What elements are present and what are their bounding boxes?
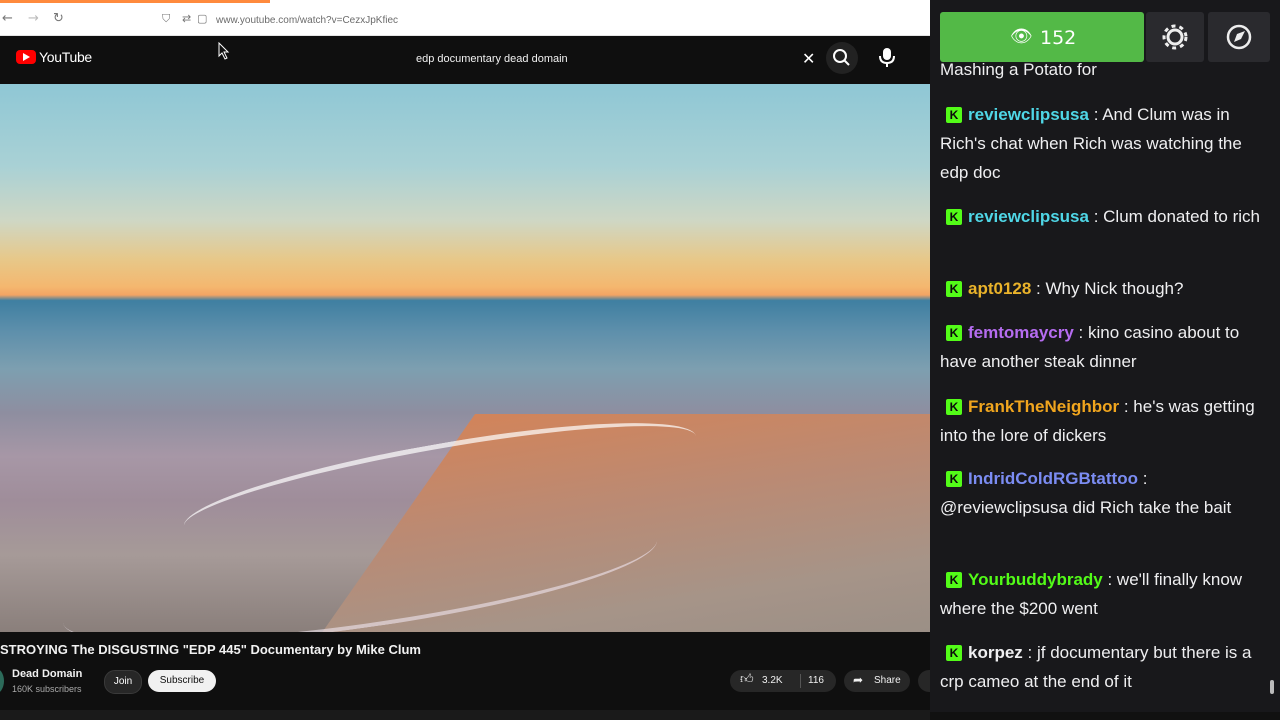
chat-scrollbar[interactable]	[1270, 680, 1274, 694]
chat-username[interactable]: reviewclipsusa	[968, 207, 1089, 226]
like-divider	[800, 674, 801, 688]
chat-message-text: Clum donated to rich	[1103, 207, 1261, 226]
more-actions-button[interactable]	[918, 670, 930, 692]
reader-view-icon[interactable]: ▢	[197, 12, 207, 25]
chat-message: Kfemtomaycry : kino casino about to have…	[940, 318, 1260, 376]
gear-icon	[1162, 24, 1188, 50]
chat-bottom-strip	[930, 712, 1280, 720]
chat-separator: :	[1073, 323, 1088, 342]
search-input[interactable]: edp documentary dead domain ✕	[404, 44, 824, 76]
chat-username[interactable]: femtomaycry	[968, 323, 1074, 342]
youtube-play-icon	[16, 50, 36, 64]
browser-toolbar: ← → ↻ ⛉ ⇄ ▢ www.youtube.com/watch?v=Cezx…	[0, 0, 930, 36]
chat-message: K IndridColdRGBtattoo : @reviewclipsusa d…	[940, 464, 1260, 522]
chat-username[interactable]: reviewclipsusa	[968, 105, 1089, 124]
chat-settings-button[interactable]	[1146, 12, 1204, 62]
kick-badge-icon: K	[946, 281, 962, 297]
like-dislike-group: 👍︎ 3.2K 116	[730, 670, 836, 692]
reload-icon[interactable]: ↻	[53, 12, 64, 26]
permissions-icon[interactable]: ⇄	[182, 12, 191, 25]
tab-loading-indicator	[0, 0, 270, 3]
mouse-cursor-icon	[218, 42, 230, 60]
chat-separator: :	[1102, 570, 1117, 589]
youtube-header: YouTube edp documentary dead domain ✕	[0, 36, 930, 84]
chat-popout-button[interactable]	[1208, 12, 1270, 62]
subscribe-button[interactable]: Subscribe	[148, 670, 216, 692]
subscriber-count: 160K subscribers	[12, 684, 82, 694]
chat-username[interactable]: IndridColdRGBtattoo	[968, 469, 1138, 488]
compass-icon	[1226, 24, 1252, 50]
search-icon	[833, 49, 850, 66]
share-arrow-icon: ➦	[853, 673, 864, 687]
page-bottom-strip	[0, 710, 930, 720]
video-player[interactable]	[0, 84, 930, 632]
kick-badge-icon: K	[946, 471, 962, 487]
search-button[interactable]	[826, 42, 858, 74]
chat-message-partial: Mashing a Potato for	[940, 60, 1097, 79]
clear-search-icon[interactable]: ✕	[802, 49, 815, 68]
chat-separator: :	[1137, 469, 1148, 488]
kick-badge-icon: K	[946, 572, 962, 588]
channel-name[interactable]: Dead Domain	[12, 668, 82, 680]
youtube-logo-text: YouTube	[39, 49, 92, 65]
chat-separator: :	[1119, 397, 1134, 416]
chat-message: K Yourbuddybrady : we'll finally know whe…	[940, 565, 1260, 623]
chat-separator: :	[1088, 105, 1103, 124]
dislike-count[interactable]: 116	[808, 675, 824, 686]
microphone-icon	[879, 48, 895, 67]
chat-message: Kkorpez : jf documentary but there is a …	[940, 638, 1260, 696]
kick-badge-icon: K	[946, 399, 962, 415]
like-count[interactable]: 3.2K	[762, 675, 783, 686]
viewer-count-bar: 👁︎ 152	[940, 12, 1144, 62]
chat-username[interactable]: Yourbuddybrady	[968, 570, 1103, 589]
chat-username[interactable]: FrankTheNeighbor	[968, 397, 1119, 416]
kick-badge-icon: K	[946, 209, 962, 225]
kick-badge-icon: K	[946, 325, 962, 341]
chat-separator: :	[1031, 279, 1046, 298]
chat-panel: Mashing a Potato for 👁︎ 152 Kreviewclips…	[930, 0, 1280, 720]
thumbs-up-icon[interactable]: 👍︎	[740, 672, 754, 687]
channel-avatar[interactable]	[0, 668, 4, 694]
chat-separator: :	[1088, 207, 1104, 226]
chat-message: Kreviewclipsusa : And Clum was in Rich's…	[940, 100, 1260, 187]
shield-icon[interactable]: ⛉	[162, 12, 170, 26]
chat-message: K FrankTheNeighbor : he's was getting int…	[940, 392, 1260, 450]
voice-search-button[interactable]	[872, 42, 902, 72]
forward-arrow-icon[interactable]: →	[28, 12, 39, 26]
search-query: edp documentary dead domain	[416, 53, 568, 65]
chat-separator: :	[1022, 643, 1037, 662]
kick-badge-icon: K	[946, 107, 962, 123]
join-button[interactable]: Join	[104, 670, 142, 694]
share-button[interactable]: ➦ Share	[844, 670, 910, 692]
address-bar-url[interactable]: www.youtube.com/watch?v=CezxJpKfiec	[216, 15, 398, 26]
back-arrow-icon[interactable]: ←	[2, 12, 13, 26]
chat-message-text: @reviewclipsusa did Rich take the bait	[940, 498, 1232, 517]
youtube-logo[interactable]: YouTube	[16, 49, 92, 65]
chat-message: Kreviewclipsusa : Clum donated to rich	[940, 202, 1260, 231]
viewer-count: 152	[1040, 27, 1077, 49]
share-label: Share	[874, 675, 901, 686]
kick-badge-icon: K	[946, 645, 962, 661]
chat-username[interactable]: korpez	[968, 643, 1023, 662]
eye-icon: 👁︎	[1010, 26, 1033, 47]
chat-username[interactable]: apt0128	[968, 279, 1031, 298]
chat-message-text: Why Nick though?	[1045, 279, 1184, 298]
video-title: STROYING The DISGUSTING "EDP 445" Docume…	[0, 642, 421, 657]
chat-message: Kapt0128 : Why Nick though?	[940, 274, 1260, 303]
